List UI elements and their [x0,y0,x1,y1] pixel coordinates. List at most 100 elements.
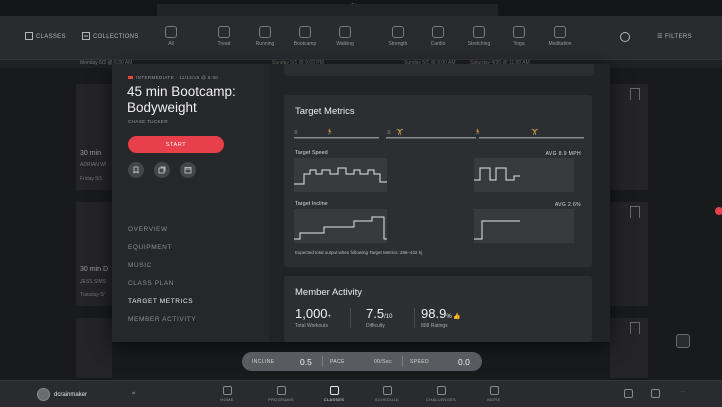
nav-classes[interactable]: CLASSES [314,386,354,402]
category-strength[interactable]: Strength [378,26,418,47]
category-bootcamp[interactable]: Bootcamp [285,26,325,47]
category-tread[interactable]: Tread [204,26,244,47]
category-meditation[interactable]: Meditation [540,26,580,47]
nav-programs[interactable]: PROGRAMS [261,386,301,402]
programs-icon [276,386,286,395]
challenges-icon [436,386,446,395]
bookmark-icon [133,166,139,174]
svg-text:🏋: 🏋 [396,128,404,136]
section-music[interactable]: MUSIC [128,262,152,269]
rating-count-label: 808 Ratings [421,323,448,329]
difficulty-suffix: /10 [384,314,393,320]
svg-text:🏃: 🏃 [474,128,481,136]
classes-icon [329,386,339,395]
svg-text:🏋: 🏋 [531,128,539,136]
running-icon [259,26,271,38]
cardio-icon [432,26,444,38]
total-workouts-label: Total Workouts [295,323,328,329]
top-nav: CLASSES COLLECTIONS All Tread Running Bo… [0,16,722,60]
class-detail-content: Target Metrics ≡ 🏃 ≡ 🏋 🏃 🏋 Target Speed … [269,64,610,342]
stretching-icon [473,26,485,38]
target-metrics-heading: Target Metrics [295,106,355,117]
live-metrics-bar[interactable]: INCLINE 0.5 PACE 00/Sec SPEED 0.0 [242,352,482,371]
difficulty-label: Difficulty [366,323,385,329]
more-icon [489,386,499,395]
svg-text:🏃: 🏃 [326,128,333,136]
user-profile[interactable]: dcrainmaker [37,388,87,401]
home-icon [222,386,232,395]
class-segments-bar: ≡ 🏃 ≡ 🏋 🏃 🏋 [294,128,584,139]
classes-nav-label: CLASSES [36,34,66,40]
start-button[interactable]: START [128,136,224,153]
section-overview[interactable]: OVERVIEW [128,226,168,233]
target-speed-label: Target Speed [295,150,328,156]
class-instructor: CHASE TUCKER [128,119,168,124]
total-workouts-stat: 1,000+ Total Workouts [295,306,331,329]
collections-nav-button[interactable]: COLLECTIONS [82,30,139,44]
target-metrics-panel: Target Metrics ≡ 🏃 ≡ 🏋 🏃 🏋 Target Speed … [284,95,592,267]
total-workouts-suffix: + [327,314,332,320]
category-walking[interactable]: Walking [325,26,365,47]
schedule-icon [382,386,392,395]
yoga-icon [513,26,525,38]
collections-icon [82,32,90,42]
difficulty-value: 7.5 [366,306,385,321]
class-level-text: INTERMEDIATE · 11/12/19 @ 6:30 [136,75,219,80]
filters-label: FILTERS [664,34,692,40]
incline-label: INCLINE [252,359,275,365]
thumbs-up-icon: 👍 [451,314,461,320]
nav-home[interactable]: HOME [207,386,247,402]
app-root: Classes CLASSES COLLECTIONS All Tread Ru… [0,0,722,407]
classes-nav-button[interactable]: CLASSES [25,30,66,44]
section-member-activity[interactable]: MEMBER ACTIVITY [128,316,196,323]
category-cardio[interactable]: Cardio [418,26,458,47]
avatar [37,388,50,401]
target-speed-chart [294,158,574,192]
svg-text:≡: ≡ [294,130,298,136]
target-speed-avg: AVG 8.9 MPH [545,151,581,157]
floating-action-button[interactable] [676,334,690,348]
status-bar: Classes [0,0,722,282]
stack-icon [158,166,166,174]
bookmark-button[interactable] [128,162,144,178]
class-plan-strip [284,64,594,76]
section-target-metrics[interactable]: TARGET METRICS [128,298,193,305]
total-workouts-value: 1,000 [295,306,328,321]
nav-schedule[interactable]: SCHEDULE [367,386,407,402]
meditation-icon [554,26,566,38]
section-equipment[interactable]: EQUIPMENT [128,244,172,251]
stack-button[interactable] [154,162,170,178]
metrics-divider [322,356,323,367]
target-incline-avg: AVG 2.6% [554,202,581,208]
username: dcrainmaker [54,391,88,398]
target-incline-label: Target Incline [295,201,328,207]
all-icon [165,26,177,38]
category-yoga[interactable]: Yoga [499,26,539,47]
walking-icon [339,26,351,38]
section-class-plan[interactable]: CLASS PLAN [128,280,174,287]
filters-button[interactable]: ☰ FILTERS [657,33,692,40]
overflow-icon[interactable]: ··· [663,389,703,394]
tread-icon [218,26,230,38]
category-running[interactable]: Running [245,26,285,47]
grid-icon [25,32,33,42]
class-level: INTERMEDIATE · 11/12/19 @ 6:30 [128,75,218,80]
nav-challenges[interactable]: CHALLENGES [421,386,461,402]
edge-indicator [715,207,722,215]
target-incline-chart [294,209,574,243]
calendar-icon [184,167,192,174]
category-stretching[interactable]: Stretching [459,26,499,47]
search-icon[interactable] [620,32,630,42]
swap-icon[interactable]: ⇄ [114,390,154,395]
metrics-divider [402,356,403,367]
incline-value: 0.5 [300,357,312,367]
schedule-button[interactable] [180,162,196,178]
svg-text:≡: ≡ [387,130,391,136]
difficulty-stat: 7.5/10 Difficulty [366,306,392,329]
bottom-nav: dcrainmaker ⇄ HOME PROGRAMS CLASSES SCHE… [0,380,722,407]
bootcamp-icon [299,26,311,38]
category-all[interactable]: All [151,26,191,47]
rating-value: 98.9 [421,306,447,321]
class-detail-modal: INTERMEDIATE · 11/12/19 @ 6:30 45 min Bo… [112,64,610,342]
nav-more[interactable]: MORE [474,386,514,402]
